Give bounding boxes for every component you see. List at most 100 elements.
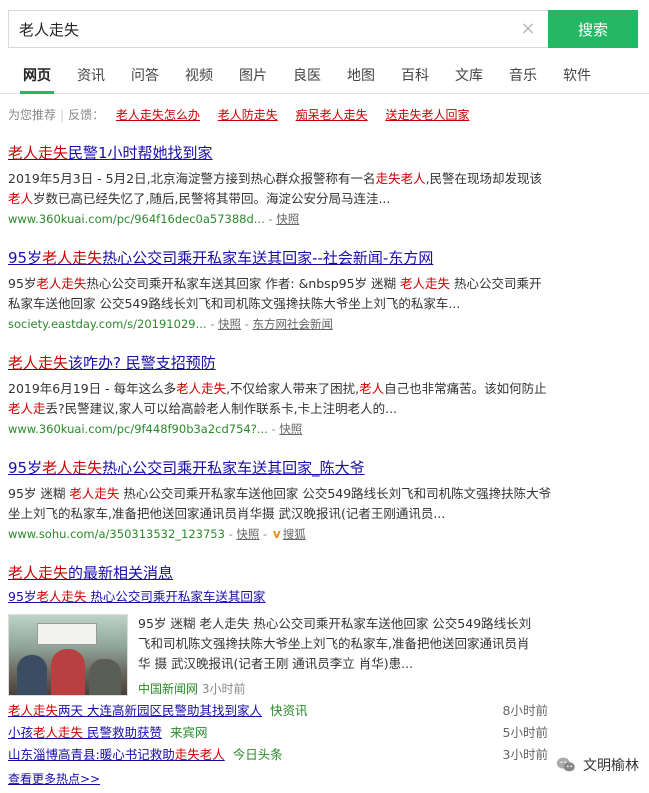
- search-result: 老人走失民警1小时帮她找到家 2019年5月3日 - 5月2日,北京海淀警方接到…: [8, 143, 553, 228]
- title-highlight: 老人走失: [42, 249, 103, 267]
- source-link[interactable]: 搜狐: [283, 527, 306, 541]
- search-button[interactable]: 搜索: [548, 10, 638, 48]
- tab-wenku[interactable]: 文库: [442, 58, 496, 93]
- recommend-link[interactable]: 老人走失怎么办: [116, 108, 200, 122]
- tab-software[interactable]: 软件: [550, 58, 604, 93]
- title-text: 热心公交司乘开私家车送其回家_陈大爷: [102, 459, 365, 477]
- recommend-link[interactable]: 送走失老人回家: [385, 108, 469, 122]
- result-description: 2019年6月19日 - 每年这么多老人走失,不仅给家人带来了困扰,老人自己也非…: [8, 381, 547, 416]
- news-source: 中国新闻网 3小时前: [138, 680, 538, 698]
- result-title[interactable]: 95岁老人走失热心公交司乘开私家车送其回家_陈大爷: [8, 458, 553, 478]
- result-description: 95岁 迷糊 老人走失 热心公交司乘开私家车送他回家 公交549路线长刘飞和司机…: [8, 486, 552, 521]
- watermark: 文明榆林: [555, 754, 639, 776]
- tab-web[interactable]: 网页: [10, 58, 64, 94]
- result-url[interactable]: society.eastday.com/s/20191029...: [8, 317, 207, 331]
- meta-dash: -: [224, 527, 237, 541]
- tab-map[interactable]: 地图: [334, 58, 388, 93]
- result-url[interactable]: www.sohu.com/a/350313532_123753: [8, 527, 225, 541]
- meta-dash: -: [241, 317, 253, 331]
- more-hot-link[interactable]: 查看更多热点>>: [8, 770, 100, 787]
- watermark-text: 文明榆林: [583, 758, 639, 774]
- result-title[interactable]: 老人走失民警1小时帮她找到家: [8, 143, 553, 163]
- feedback-link[interactable]: 反馈：: [68, 108, 104, 122]
- result-meta: society.eastday.com/s/20191029... - 快照 -…: [8, 315, 553, 333]
- tab-news[interactable]: 资讯: [64, 58, 118, 93]
- source-link[interactable]: 东方网社会新闻: [252, 317, 333, 331]
- result-meta: www.360kuai.com/pc/964f16dec0a57388d... …: [8, 210, 553, 228]
- meta-dash: -: [267, 422, 280, 436]
- meta-dash: -: [259, 527, 271, 541]
- title-highlight: 老人走失: [8, 144, 69, 162]
- title-highlight: 老人走失: [42, 459, 103, 477]
- tab-doctor[interactable]: 良医: [280, 58, 334, 93]
- news-item-source: 来宾网: [170, 725, 208, 740]
- result-title[interactable]: 95岁老人走失热心公交司乘开私家车送其回家--社会新闻-东方网: [8, 248, 553, 268]
- recommend-separator: |: [60, 108, 65, 122]
- news-item-title[interactable]: 小孩老人走失 民警救助获赞: [8, 725, 162, 740]
- news-item-title[interactable]: 老人走失两天 大连高新园区民警助其找到家人: [8, 703, 262, 718]
- search-bar: × 搜索: [8, 10, 638, 48]
- news-block: 老人走失的最新相关消息 95岁老人走失 热心公交司乘开私家车送其回家 95岁 迷…: [8, 563, 553, 698]
- subtitle-highlight: 老人走失: [36, 589, 87, 604]
- meta-dash: -: [264, 212, 277, 226]
- clear-icon[interactable]: ×: [518, 19, 538, 39]
- news-list-item[interactable]: 小孩老人走失 民警救助获赞 来宾网 5小时前: [8, 722, 548, 744]
- news-item-time: 5小时前: [502, 725, 548, 740]
- thumbnail-person: [51, 649, 85, 695]
- result-url[interactable]: www.360kuai.com/pc/964f16dec0a57388d...: [8, 212, 265, 226]
- title-highlight: 老人走失: [8, 354, 69, 372]
- item-text: 小孩: [8, 725, 34, 740]
- news-time: 3小时前: [201, 682, 246, 696]
- snapshot-link[interactable]: 快照: [279, 422, 302, 436]
- search-result: 95岁老人走失热心公交司乘开私家车送其回家_陈大爷 95岁 迷糊 老人走失 热心…: [8, 458, 553, 543]
- result-url[interactable]: www.360kuai.com/pc/9f448f90b3a2cd754?...: [8, 422, 268, 436]
- meta-dash: -: [206, 317, 219, 331]
- search-result: 老人走失该咋办? 民警支招预防 2019年6月19日 - 每年这么多老人走失,不…: [8, 353, 553, 438]
- result-title[interactable]: 老人走失该咋办? 民警支招预防: [8, 353, 553, 373]
- verified-v-icon: v: [272, 527, 281, 541]
- search-input[interactable]: [19, 20, 499, 38]
- news-item-source: 快资讯: [270, 703, 308, 718]
- recommend-link[interactable]: 老人防走失: [218, 108, 278, 122]
- thumbnail-person: [17, 655, 47, 695]
- result-description: 95岁老人走失热心公交司乘开私家车送其回家 作者: &nbsp95岁 迷糊 老人…: [8, 276, 542, 311]
- item-highlight: 老人走失: [33, 725, 84, 740]
- news-list-item[interactable]: 老人走失两天 大连高新园区民警助其找到家人 快资讯 8小时前: [8, 700, 548, 722]
- result-description: 2019年5月3日 - 5月2日,北京海淀警方接到热心群众报警称有一名走失老人,…: [8, 171, 543, 206]
- result-meta: www.360kuai.com/pc/9f448f90b3a2cd754?...…: [8, 420, 553, 438]
- search-box[interactable]: ×: [8, 10, 548, 48]
- search-result: 95岁老人走失热心公交司乘开私家车送其回家--社会新闻-东方网 95岁老人走失热…: [8, 248, 553, 333]
- recommend-link[interactable]: 痴呆老人走失: [296, 108, 368, 122]
- wechat-icon: [556, 757, 575, 772]
- item-highlight: 走失老人: [174, 747, 225, 762]
- news-list-item[interactable]: 山东淄博高青县:暖心书记救助走失老人 今日头条 3小时前: [8, 744, 548, 766]
- snapshot-link[interactable]: 快照: [276, 212, 299, 226]
- subtitle-text: 95岁: [8, 589, 37, 604]
- news-title[interactable]: 老人走失的最新相关消息: [8, 563, 553, 583]
- news-source-name[interactable]: 中国新闻网: [138, 682, 198, 696]
- news-thumbnail[interactable]: [8, 614, 128, 696]
- news-item-source: 今日头条: [232, 747, 283, 762]
- item-text: 两天 大连高新园区民警助其找到家人: [58, 703, 262, 718]
- news-subtitle[interactable]: 95岁老人走失 热心公交司乘开私家车送其回家: [8, 588, 553, 606]
- news-description: 95岁 迷糊 老人走失 热心公交司乘开私家车送他回家 公交549路线长刘飞和司机…: [138, 616, 532, 671]
- tab-baike[interactable]: 百科: [388, 58, 442, 93]
- thumbnail-person: [89, 659, 121, 695]
- title-text: 民警1小时帮她找到家: [68, 144, 213, 162]
- tab-music[interactable]: 音乐: [496, 58, 550, 93]
- news-item-time: 3小时前: [502, 747, 548, 762]
- item-highlight: 老人走失: [8, 703, 59, 718]
- item-text: 民警救助获赞: [83, 725, 163, 740]
- tab-qa[interactable]: 问答: [118, 58, 172, 93]
- title-text: 的最新相关消息: [68, 564, 174, 582]
- snapshot-link[interactable]: 快照: [218, 317, 241, 331]
- news-item-title[interactable]: 山东淄博高青县:暖心书记救助走失老人: [8, 747, 225, 762]
- tab-images[interactable]: 图片: [226, 58, 280, 93]
- thumbnail-sign: [37, 623, 97, 645]
- tab-video[interactable]: 视频: [172, 58, 226, 93]
- title-highlight: 老人走失: [8, 564, 69, 582]
- snapshot-link[interactable]: 快照: [236, 527, 259, 541]
- item-text: 山东淄博高青县:暖心书记救助: [8, 747, 175, 762]
- subtitle-text: 热心公交司乘开私家车送其回家: [86, 589, 266, 604]
- recommend-bar: 为您推荐 | 反馈： 老人走失怎么办 老人防走失 痴呆老人走失 送走失老人回家: [8, 106, 469, 123]
